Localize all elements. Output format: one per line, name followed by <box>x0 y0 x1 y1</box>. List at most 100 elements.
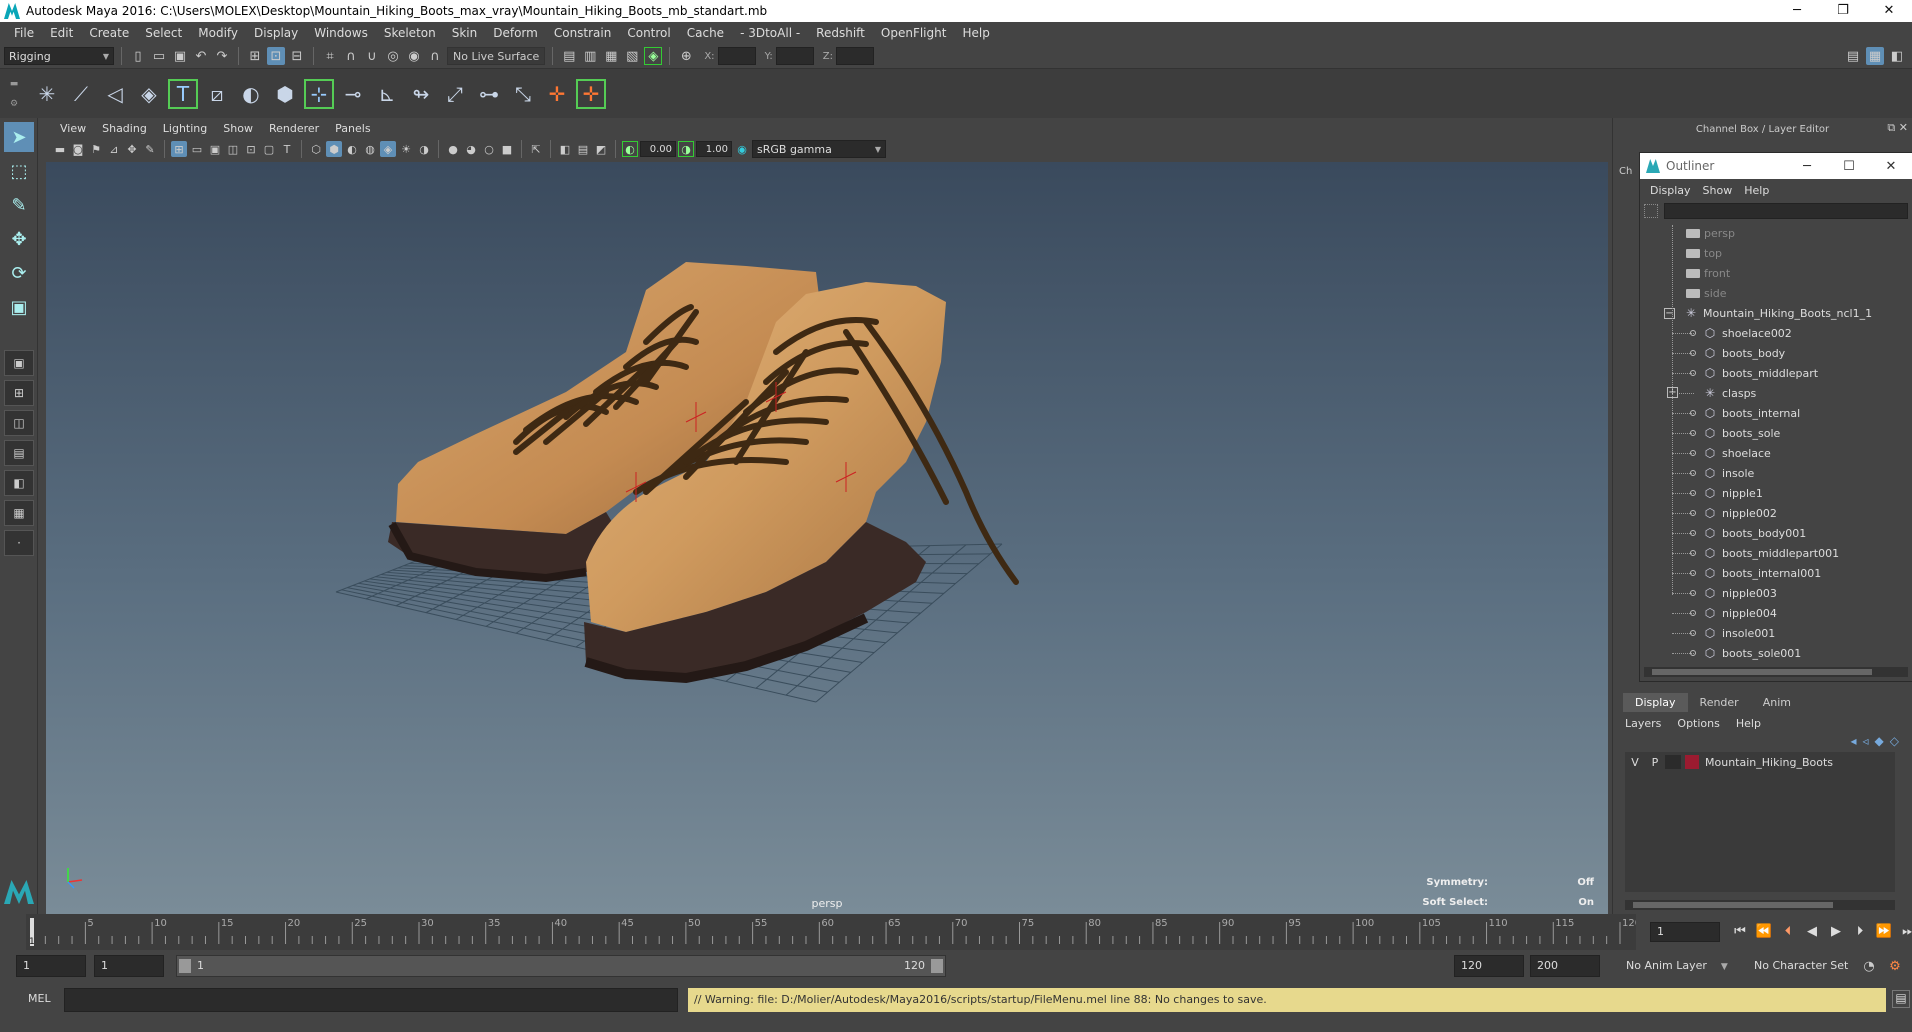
render-view-icon[interactable]: ▧ <box>623 47 641 65</box>
menu-skeleton[interactable]: Skeleton <box>376 26 444 40</box>
field-chart-icon[interactable]: ⊡ <box>243 141 259 157</box>
range-end-handle[interactable] <box>931 959 943 973</box>
go-to-end-icon[interactable]: ⏭ <box>1898 922 1912 942</box>
magnet-icon[interactable]: ∩ <box>426 47 444 65</box>
menu-edit[interactable]: Edit <box>42 26 81 40</box>
snap-curve-icon[interactable]: ∩ <box>342 47 360 65</box>
shelf-handle[interactable]: ▬ ⚙ <box>8 74 20 114</box>
redo-icon[interactable]: ↷ <box>213 47 231 65</box>
menu-constrain[interactable]: Constrain <box>546 26 620 40</box>
float-panel-icon[interactable]: ⧉ <box>1887 121 1895 134</box>
render-settings-icon[interactable]: ▤ <box>560 47 578 65</box>
ipr-render-icon[interactable]: ▦ <box>602 47 620 65</box>
move-tool-icon[interactable]: ✥ <box>4 224 34 254</box>
collapse-icon[interactable]: − <box>1664 307 1675 319</box>
outliner-item-boots-middlepart001[interactable]: ⬡ boots_middlepart001 <box>1640 543 1912 563</box>
outliner-item-boots-sole[interactable]: ⬡ boots_sole <box>1640 423 1912 443</box>
new-scene-icon[interactable]: ▯ <box>129 47 147 65</box>
grid-icon[interactable]: ⊞ <box>171 141 187 157</box>
outliner-search-input[interactable] <box>1664 203 1908 219</box>
resolution-gate-icon[interactable]: ▣ <box>207 141 223 157</box>
playback-end-field[interactable]: 120 <box>1454 955 1524 977</box>
gamma-field[interactable]: 1.00 <box>696 141 732 157</box>
menu-help[interactable]: Help <box>954 26 997 40</box>
animation-preferences-icon[interactable]: ⚙ <box>1886 957 1904 975</box>
motion-blur-icon[interactable]: ● <box>445 141 461 157</box>
smooth-shade-icon[interactable]: ⬢ <box>326 141 342 157</box>
current-frame-field[interactable]: 1 <box>1650 922 1720 942</box>
step-forward-key-icon[interactable]: ⏩ <box>1874 922 1894 942</box>
side-by-side-layout-icon[interactable]: ◫ <box>4 410 34 436</box>
menu-redshift[interactable]: Redshift <box>808 26 873 40</box>
panel-menu-panels[interactable]: Panels <box>327 122 378 135</box>
outliner-horizontal-scrollbar[interactable] <box>1644 667 1908 677</box>
layer-row[interactable]: V P Mountain_Hiking_Boots <box>1625 752 1895 772</box>
range-slider[interactable]: 1 120 <box>176 955 946 977</box>
move-layer-up-icon[interactable]: ◂ <box>1850 734 1856 752</box>
character-set-dropdown[interactable]: No Character Set <box>1748 955 1848 977</box>
rotate-tool-icon[interactable]: ⟳ <box>4 258 34 288</box>
layer-horizontal-scrollbar[interactable] <box>1625 900 1895 910</box>
film-gate-icon[interactable]: ▭ <box>189 141 205 157</box>
layer-menu-help[interactable]: Help <box>1736 717 1769 730</box>
outliner-item-nipple003[interactable]: ⬡ nipple003 <box>1640 583 1912 603</box>
live-surface-button[interactable]: No Live Surface <box>447 47 546 65</box>
outliner-item-nipple004[interactable]: ⬡ nipple004 <box>1640 603 1912 623</box>
move-layer-down-icon[interactable]: ◃ <box>1863 734 1869 752</box>
snap-view-icon[interactable]: ◎ <box>384 47 402 65</box>
single-view-layout-icon[interactable]: ▣ <box>4 350 34 376</box>
select-hierarchy-icon[interactable]: ⊞ <box>246 47 264 65</box>
open-scene-icon[interactable]: ▭ <box>150 47 168 65</box>
orient-joint-icon[interactable]: ◈ <box>134 79 164 109</box>
outliner-item-boots-internal[interactable]: ⬡ boots_internal <box>1640 403 1912 423</box>
script-editor-icon[interactable]: ▤ <box>1892 990 1910 1008</box>
outliner-menu-show[interactable]: Show <box>1697 184 1739 197</box>
aim-constraint-icon[interactable]: ⊶ <box>474 79 504 109</box>
bookmark-icon[interactable]: ⚑ <box>88 141 104 157</box>
use-all-lights-icon[interactable]: ◈ <box>380 141 396 157</box>
layer-visibility-toggle[interactable]: V <box>1625 756 1645 769</box>
four-view-layout-icon[interactable]: ⊞ <box>4 380 34 406</box>
image-plane-icon[interactable]: ⊿ <box>106 141 122 157</box>
outliner-maximize-button[interactable]: ☐ <box>1828 159 1870 174</box>
outliner-item-nipple002[interactable]: ⬡ nipple002 <box>1640 503 1912 523</box>
outliner-item-persp[interactable]: persp <box>1640 223 1912 243</box>
multisample-aa-icon[interactable]: ◕ <box>463 141 479 157</box>
camera-attributes-icon[interactable]: ◙ <box>70 141 86 157</box>
restore-button[interactable]: ❐ <box>1820 0 1866 22</box>
menu-cache[interactable]: Cache <box>679 26 732 40</box>
playback-start-field[interactable]: 1 <box>94 955 164 977</box>
lasso-tool-icon[interactable]: ⬚ <box>4 156 34 186</box>
time-ruler[interactable]: 5 10 15 20 25 30 35 40 45 50 55 60 65 70 75 80 85 90 95 100… <box>26 914 1636 950</box>
xray-components-icon[interactable]: ▤ <box>575 141 591 157</box>
outliner-menu-display[interactable]: Display <box>1644 184 1697 197</box>
outliner-item-clasps[interactable]: + ✳ clasps <box>1640 383 1912 403</box>
menu-windows[interactable]: Windows <box>306 26 376 40</box>
close-button[interactable]: ✕ <box>1866 0 1912 22</box>
outliner-item-boots-internal001[interactable]: ⬡ boots_internal001 <box>1640 563 1912 583</box>
wireframe-on-shaded-icon[interactable]: ◐ <box>344 141 360 157</box>
exposure-field[interactable]: 0.00 <box>640 141 676 157</box>
outliner-item-boots-body[interactable]: ⬡ boots_body <box>1640 343 1912 363</box>
shadows-icon[interactable]: ☀ <box>398 141 414 157</box>
pole-vector-icon[interactable]: ⤡ <box>508 79 538 109</box>
render-current-icon[interactable]: ▥ <box>581 47 599 65</box>
more-layouts-icon[interactable]: · <box>4 530 34 556</box>
scrollbar-thumb[interactable] <box>1633 902 1833 908</box>
color-management-icon[interactable]: ◉ <box>734 141 750 157</box>
outliner-item-top[interactable]: top <box>1640 243 1912 263</box>
layer-menu-options[interactable]: Options <box>1677 717 1727 730</box>
scale-tool-icon[interactable]: ▣ <box>4 292 34 322</box>
outliner-item-insole[interactable]: ⬡ insole <box>1640 463 1912 483</box>
grease-pencil-icon[interactable]: ✎ <box>142 141 158 157</box>
z-field[interactable] <box>835 47 874 65</box>
panel-menu-renderer[interactable]: Renderer <box>261 122 327 135</box>
exposure-icon[interactable]: ◐ <box>622 141 638 157</box>
wrap-icon[interactable]: ⬢ <box>270 79 300 109</box>
cluster-icon[interactable]: ◐ <box>236 79 266 109</box>
transform-mode-icon[interactable]: ⊕ <box>677 47 695 65</box>
close-panel-icon[interactable]: ✕ <box>1899 121 1908 134</box>
layer-display-type[interactable] <box>1665 755 1681 769</box>
step-back-frame-icon[interactable]: ⏴ <box>1778 922 1798 942</box>
command-input[interactable] <box>64 988 678 1012</box>
